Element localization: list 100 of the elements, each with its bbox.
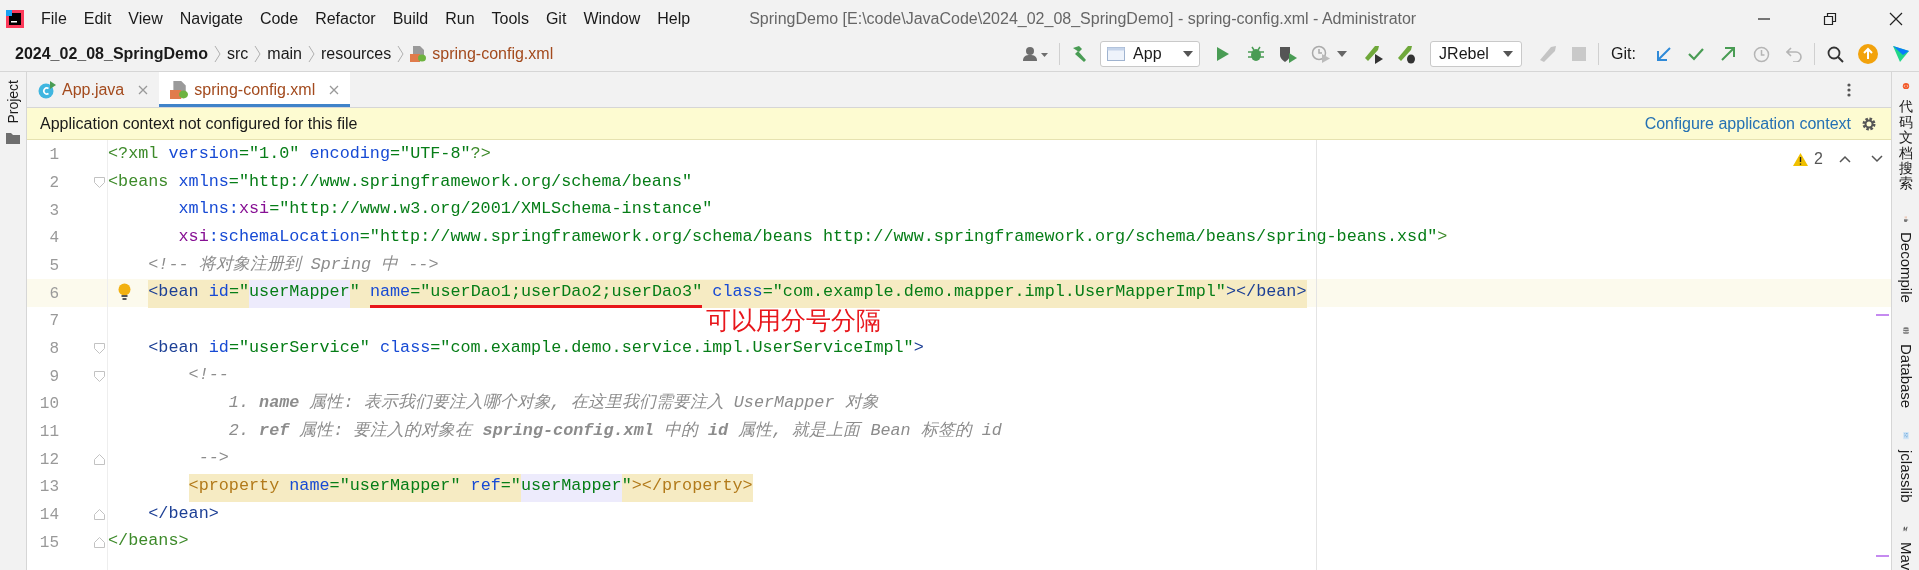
notification-text: Application context not configured for this file <box>40 113 358 134</box>
menu-item[interactable]: Window <box>580 6 644 31</box>
code-line: --> <box>198 447 229 470</box>
menu-item[interactable]: Help <box>654 6 694 31</box>
line-number: 1 <box>49 146 59 165</box>
line-number: 9 <box>49 367 59 386</box>
user-icon[interactable] <box>1023 46 1050 62</box>
breadcrumb-item[interactable]: src <box>227 42 249 66</box>
line-number: 14 <box>39 505 59 524</box>
line-number: 7 <box>49 312 59 331</box>
more-options-icon[interactable] <box>1847 83 1851 97</box>
code-line: <bean id="userMapper" name="userDao1;userDao2;userDao3" class="com.example.demo.mapper.impl.UserMapperImpl"></bean> <box>148 278 1307 308</box>
close-icon[interactable] <box>1889 11 1903 26</box>
search-icon[interactable] <box>1827 45 1844 63</box>
line-number: 4 <box>49 229 59 248</box>
editor-tab[interactable]: App.java <box>27 72 160 107</box>
editor-tab[interactable]: spring-config.xml <box>159 72 351 107</box>
run-icon[interactable] <box>1216 46 1231 62</box>
tool-window-tab[interactable]: Project <box>2 80 24 124</box>
code-line: xmlns:xsi="http://www.w3.org/2001/XMLSchema-instance" <box>178 198 713 221</box>
code-line: xsi:schemaLocation="http://www.springframework.org/schema/beans http://www.springframework.org/schema/beans/spring-beans.xsd"> <box>178 225 1448 248</box>
folder-icon[interactable] <box>6 131 20 144</box>
line-number: 8 <box>49 339 59 358</box>
line-number: 10 <box>39 395 59 414</box>
jrebel-dropdown[interactable]: JRebel <box>1430 41 1523 67</box>
restore-icon[interactable] <box>1823 11 1837 26</box>
menu-item[interactable]: Git <box>542 6 570 31</box>
update-arrow-icon[interactable] <box>1656 46 1672 62</box>
code-line: 1. name 属性: 表示我们要注入哪个对象, 在这里我们需要注入 UserMapper 对象 <box>228 391 879 414</box>
chevron-up-icon[interactable] <box>1839 155 1851 163</box>
menu-item[interactable]: Tools <box>488 6 532 31</box>
menu-item[interactable]: Build <box>389 6 432 31</box>
tool-window-tab[interactable]: jclasslib <box>1894 449 1917 503</box>
menu-item[interactable]: Run <box>442 6 478 31</box>
app-logo-icon[interactable] <box>6 9 24 28</box>
line-number: 12 <box>39 450 59 469</box>
warning-icon[interactable] <box>1793 152 1809 166</box>
fold-icon[interactable] <box>93 508 105 520</box>
chevron-icon <box>254 45 262 63</box>
lightbulb-icon[interactable] <box>118 283 131 302</box>
undo-icon[interactable] <box>1786 46 1802 62</box>
breadcrumb-item[interactable]: spring-config.xml <box>432 42 554 66</box>
code-line: 2. ref 属性: 要注入的对象在 spring-config.xml 中的 id 属性, 就是上面 Bean 标签的 id <box>228 419 1002 442</box>
profiler-icon[interactable] <box>1311 45 1332 63</box>
tool-window-tab[interactable]: 代码文档搜索 <box>1898 99 1913 192</box>
run-config-dropdown[interactable]: App <box>1100 41 1201 67</box>
menu-item[interactable]: Refactor <box>312 6 379 31</box>
menu-item[interactable]: View <box>125 6 166 31</box>
code-line: <beans xmlns="http://www.springframework.org/schema/beans" <box>108 170 693 193</box>
clock-icon[interactable] <box>1753 45 1770 63</box>
menu-item[interactable]: Navigate <box>176 6 246 31</box>
menu-item[interactable]: Code <box>256 6 302 31</box>
chevron-icon <box>397 45 405 63</box>
bug-icon[interactable] <box>1247 45 1266 63</box>
fold-icon[interactable] <box>93 453 105 465</box>
chevron-down-icon[interactable] <box>1871 155 1883 163</box>
line-number: 13 <box>39 478 59 497</box>
tool-window-tab[interactable]: Mav <box>1894 541 1917 570</box>
menu-item[interactable]: File <box>38 6 70 31</box>
code-line: <!-- <box>188 364 229 387</box>
fold-icon[interactable] <box>93 370 105 382</box>
tool-window-tab[interactable]: Decompile <box>1894 232 1917 303</box>
fold-icon[interactable] <box>93 177 105 188</box>
code-line: </bean> <box>148 502 219 525</box>
window-title: SpringDemo [E:\code\JavaCode\2024_02_08_SpringDemo] - spring-config.xml - Administrator <box>749 8 1417 29</box>
breadcrumb-item[interactable]: 2024_02_08_SpringDemo <box>15 42 208 66</box>
code-line: <bean id="userService" class="com.example.demo.service.impl.UserServiceImpl"> <box>148 336 924 359</box>
push-arrow-icon[interactable] <box>1720 46 1736 62</box>
menu-item[interactable]: Edit <box>80 6 115 31</box>
caret-icon <box>1503 51 1514 57</box>
check-icon[interactable] <box>1688 47 1704 61</box>
xml-file-icon <box>170 80 189 99</box>
configure-link[interactable]: Configure application context <box>1644 111 1851 136</box>
warning-count[interactable]: 2 <box>1814 147 1823 171</box>
line-number: 2 <box>49 174 59 192</box>
line-number: 5 <box>49 256 59 275</box>
xml-file-icon <box>410 46 427 62</box>
settings-icon[interactable] <box>1861 115 1877 132</box>
class-icon <box>38 80 56 99</box>
caret-icon[interactable] <box>1337 51 1348 57</box>
code-line: </beans> <box>108 530 189 553</box>
annotation-text: 可以用分号分隔 <box>706 307 881 335</box>
code-line: <!-- 将对象注册到 Spring 中 --> <box>148 253 439 276</box>
caret-icon <box>1183 51 1194 57</box>
update-circle-icon[interactable] <box>1858 44 1878 64</box>
chevron-icon <box>214 45 221 63</box>
line-number: 11 <box>39 422 59 441</box>
fold-icon[interactable] <box>93 536 105 548</box>
code-line: <?xml version="1.0" encoding="UTF-8"?> <box>108 143 491 165</box>
logo-icon[interactable] <box>1891 44 1911 64</box>
line-number: 3 <box>49 201 59 220</box>
code-line: <property name="userMapper" ref="userMapper"></property> <box>188 471 753 502</box>
breadcrumb-item[interactable]: main <box>267 42 302 66</box>
chevron-icon <box>308 45 315 63</box>
breadcrumb-item[interactable]: resources <box>321 42 392 66</box>
tool-window-tab[interactable]: Database <box>1894 344 1917 409</box>
line-number: 15 <box>39 533 59 552</box>
window-icon <box>1107 47 1126 61</box>
fold-icon[interactable] <box>93 342 105 354</box>
coverage-run-icon[interactable] <box>1278 45 1299 63</box>
